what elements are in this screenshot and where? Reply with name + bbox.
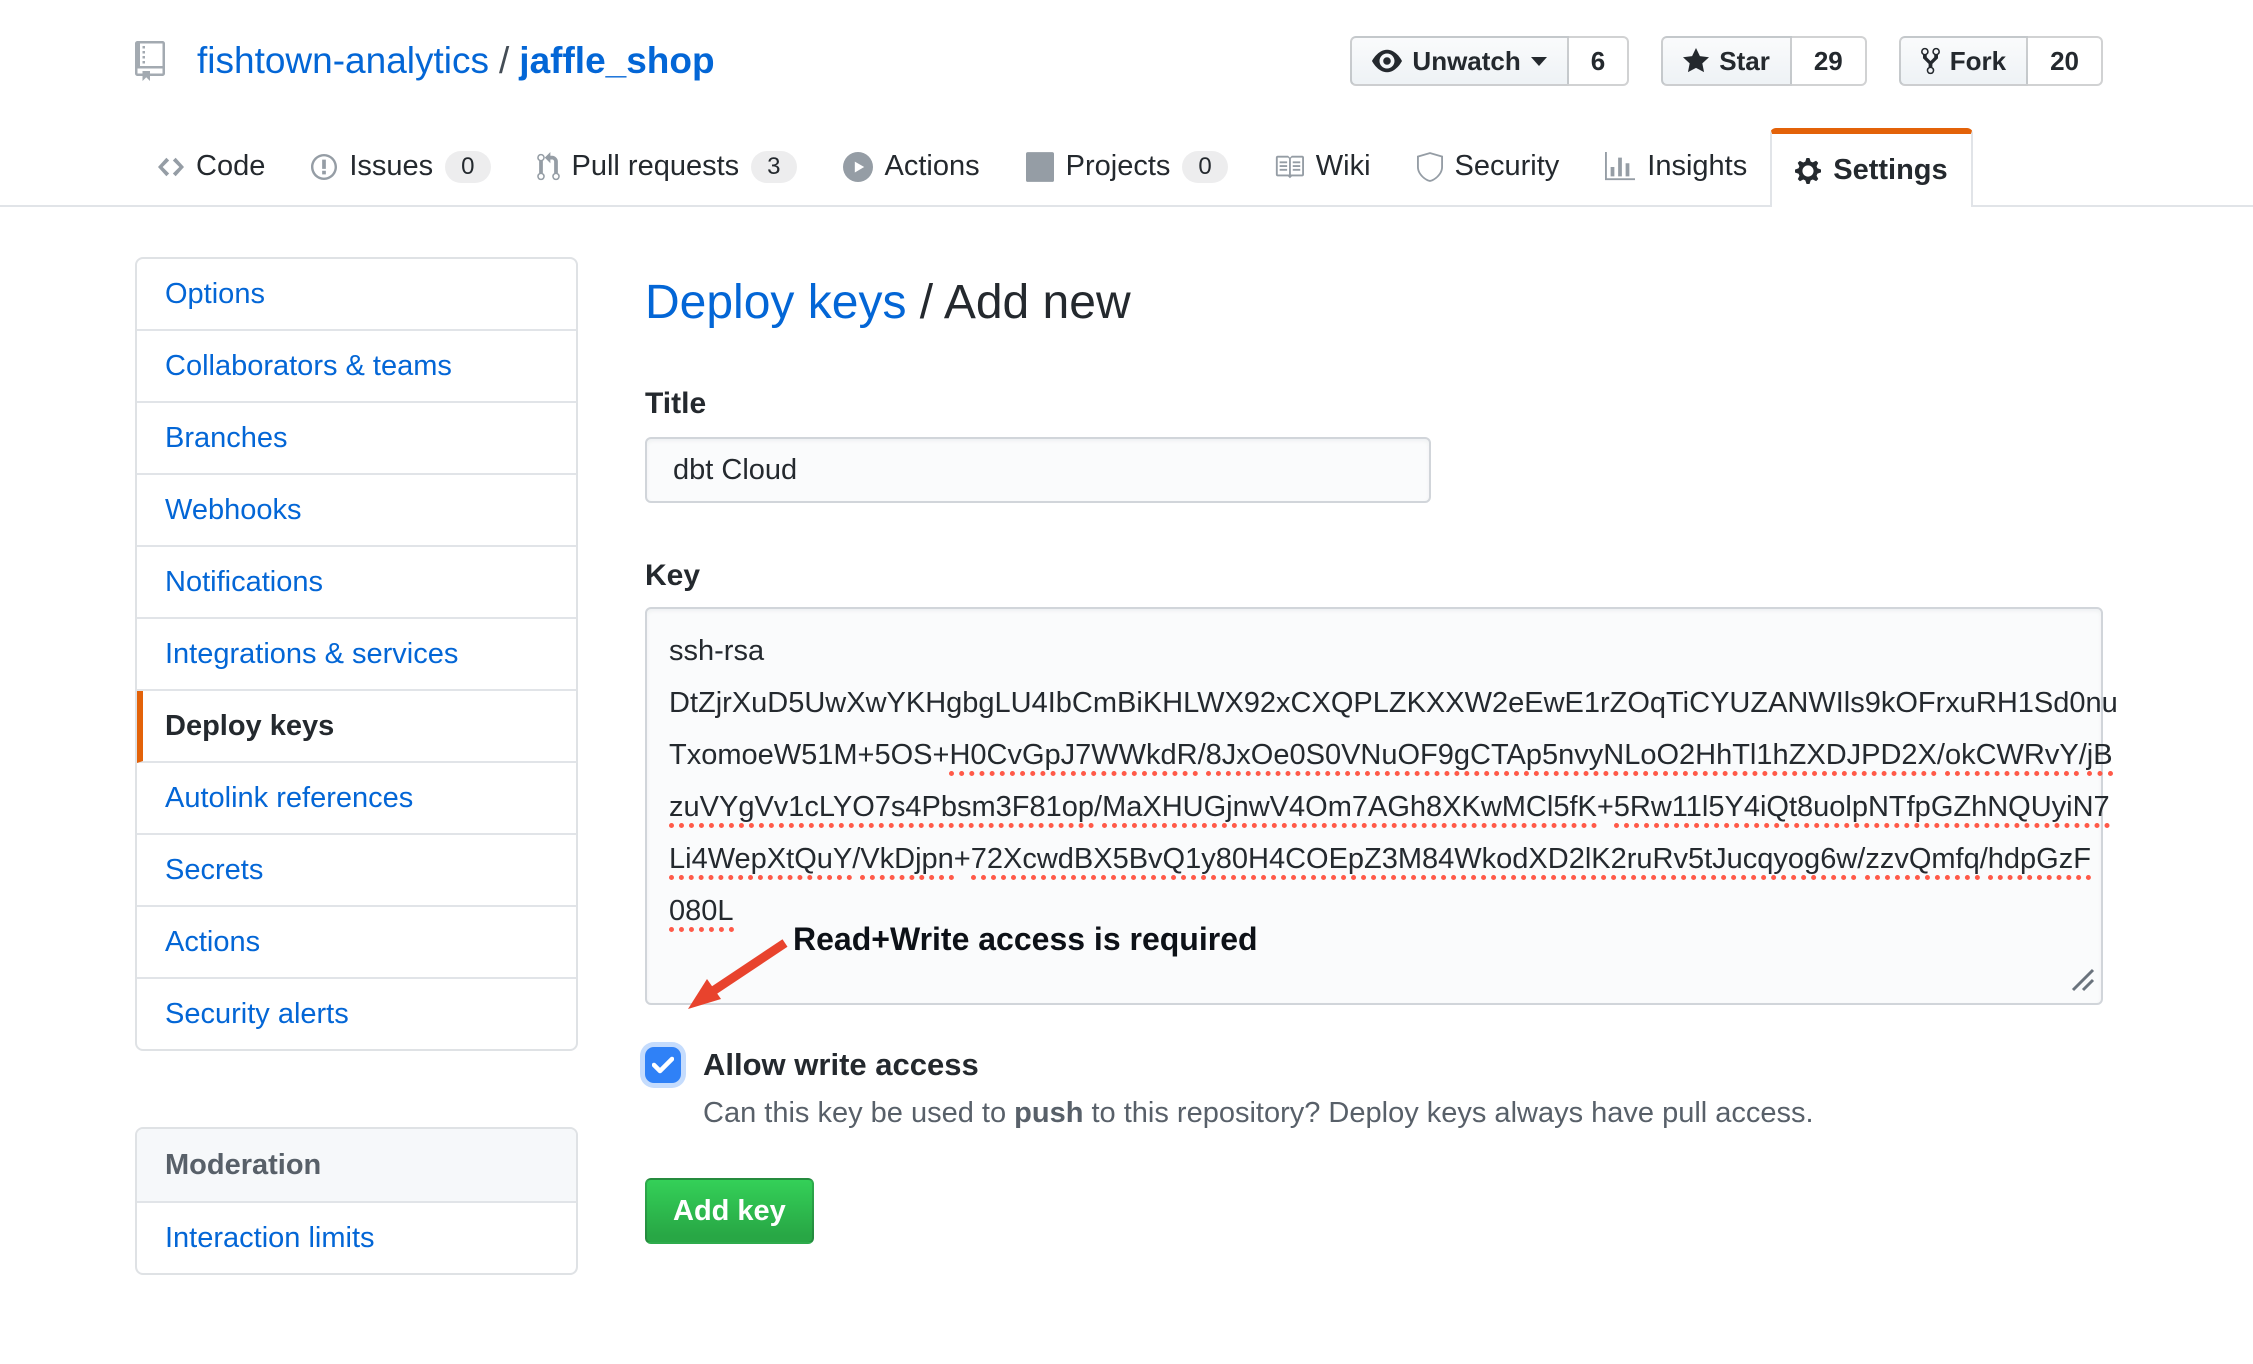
sidebar-item-integrations-services[interactable]: Integrations & services bbox=[137, 619, 576, 691]
repo-nav: CodeIssues0Pull requests3ActionsProjects… bbox=[0, 128, 2253, 207]
fork-count[interactable]: 20 bbox=[2028, 36, 2103, 86]
fork-icon bbox=[1921, 46, 1940, 76]
page-header: fishtown-analytics / jaffle_shop Unwatch… bbox=[0, 0, 2253, 86]
tab-issues[interactable]: Issues0 bbox=[288, 128, 513, 205]
tab-insights[interactable]: Insights bbox=[1582, 128, 1770, 205]
checkmark-icon bbox=[652, 1056, 674, 1074]
shield-icon bbox=[1417, 152, 1443, 182]
settings-sidebar: OptionsCollaborators & teamsBranchesWebh… bbox=[135, 257, 578, 1275]
tab-settings[interactable]: Settings bbox=[1770, 128, 1972, 207]
tab-security[interactable]: Security bbox=[1394, 128, 1583, 205]
star-button[interactable]: Star bbox=[1661, 36, 1792, 86]
tab-actions[interactable]: Actions bbox=[820, 128, 1003, 205]
gear-icon bbox=[1795, 156, 1821, 186]
resize-grip-icon[interactable] bbox=[2069, 966, 2095, 997]
star-icon bbox=[1683, 46, 1709, 76]
tab-code[interactable]: Code bbox=[135, 128, 288, 205]
moderation-header: Moderation bbox=[137, 1129, 576, 1203]
repo-action-buttons: Unwatch6 Star29 Fork20 bbox=[1318, 36, 2103, 86]
deploy-keys-link[interactable]: Deploy keys bbox=[645, 276, 906, 329]
caret-down-icon bbox=[1531, 57, 1547, 66]
wiki-icon bbox=[1274, 152, 1304, 182]
star-count[interactable]: 29 bbox=[1792, 36, 1867, 86]
add-new-label: / Add new bbox=[906, 276, 1130, 329]
settings-menu: OptionsCollaborators & teamsBranchesWebh… bbox=[135, 257, 578, 1051]
sidebar-item-webhooks[interactable]: Webhooks bbox=[137, 475, 576, 547]
moderation-menu: Moderation Interaction limits bbox=[135, 1127, 578, 1275]
repo-owner-link[interactable]: fishtown-analytics bbox=[197, 40, 489, 82]
eye-icon bbox=[1372, 46, 1402, 76]
ssh-key-line: DtZjrXuD5UwXwYKHgbgLU4IbCmBiKHLWX92xCXQP… bbox=[669, 677, 2079, 729]
sidebar-item-deploy-keys[interactable]: Deploy keys bbox=[137, 691, 576, 763]
sidebar-item-notifications[interactable]: Notifications bbox=[137, 547, 576, 619]
play-icon bbox=[843, 152, 873, 182]
sidebar-item-autolink-references[interactable]: Autolink references bbox=[137, 763, 576, 835]
sidebar-item-interaction-limits[interactable]: Interaction limits bbox=[137, 1203, 576, 1273]
ssh-key-line: ssh-rsa bbox=[669, 625, 2079, 677]
sidebar-item-options[interactable]: Options bbox=[137, 259, 576, 331]
repo-breadcrumb-separator: / bbox=[499, 40, 509, 82]
annotation-text: Read+Write access is required bbox=[793, 921, 1258, 958]
fork-button[interactable]: Fork bbox=[1899, 36, 2028, 86]
sidebar-item-branches[interactable]: Branches bbox=[137, 403, 576, 475]
main-content: Deploy keys / Add new Title Key ssh-rsaD… bbox=[645, 257, 2103, 1244]
pull-request-icon bbox=[537, 152, 560, 182]
counter-badge: 0 bbox=[445, 151, 490, 183]
sidebar-item-collaborators-teams[interactable]: Collaborators & teams bbox=[137, 331, 576, 403]
unwatch-count[interactable]: 6 bbox=[1569, 36, 1629, 86]
ssh-key-line: Li4WepXtQuY/VkDjpn+72XcwdBX5BvQ1y80H4COE… bbox=[669, 833, 2079, 885]
tab-pull-requests[interactable]: Pull requests3 bbox=[514, 128, 820, 205]
write-access-label[interactable]: Allow write access bbox=[703, 1047, 979, 1083]
sidebar-item-secrets[interactable]: Secrets bbox=[137, 835, 576, 907]
tab-wiki[interactable]: Wiki bbox=[1251, 128, 1394, 205]
project-icon bbox=[1026, 152, 1054, 182]
counter-badge: 0 bbox=[1182, 151, 1227, 183]
repo-book-icon bbox=[135, 41, 165, 81]
sidebar-item-actions[interactable]: Actions bbox=[137, 907, 576, 979]
sidebar-item-security-alerts[interactable]: Security alerts bbox=[137, 979, 576, 1049]
repo-breadcrumb: fishtown-analytics / jaffle_shop bbox=[135, 40, 715, 82]
repo-book-icon bbox=[135, 40, 181, 82]
ssh-key-line: TxomoeW51M+5OS+H0CvGpJ7WWkdR/8JxOe0S0VNu… bbox=[669, 729, 2079, 781]
issue-icon bbox=[311, 152, 337, 182]
key-label: Key bbox=[645, 559, 2103, 593]
title-input[interactable] bbox=[645, 437, 1431, 503]
add-key-button[interactable]: Add key bbox=[645, 1178, 814, 1244]
code-icon bbox=[158, 152, 184, 182]
title-label: Title bbox=[645, 387, 2103, 421]
unwatch-button[interactable]: Unwatch bbox=[1350, 36, 1568, 86]
write-access-help: Can this key be used to push to this rep… bbox=[703, 1097, 2103, 1130]
tab-projects[interactable]: Projects0 bbox=[1003, 128, 1251, 205]
insights-icon bbox=[1605, 152, 1635, 182]
write-access-checkbox[interactable] bbox=[645, 1047, 681, 1083]
counter-badge: 3 bbox=[751, 151, 796, 183]
page-title: Deploy keys / Add new bbox=[645, 275, 2103, 331]
unwatch-button-group: Unwatch6 bbox=[1350, 36, 1629, 86]
star-button-group: Star29 bbox=[1661, 36, 1867, 86]
fork-button-group: Fork20 bbox=[1899, 36, 2103, 86]
ssh-key-line: zuVYgVv1cLYO7s4Pbsm3F81op/MaXHUGjnwV4Om7… bbox=[669, 781, 2079, 833]
repo-name-link[interactable]: jaffle_shop bbox=[519, 40, 714, 82]
